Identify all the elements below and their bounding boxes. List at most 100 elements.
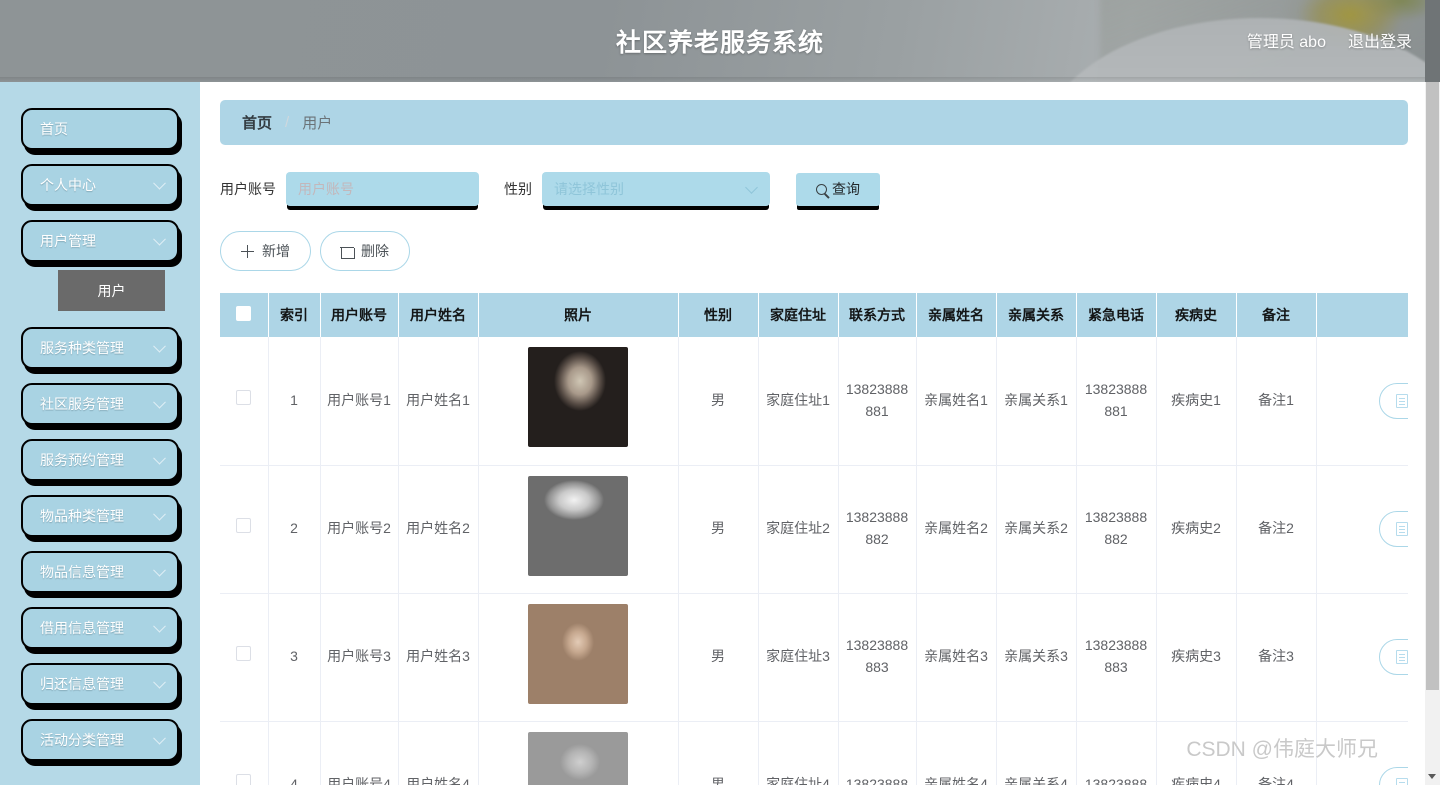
row-address: 家庭住址1 [758,337,838,465]
table-header-relative-name: 亲属姓名 [916,293,996,337]
user-photo [528,476,628,576]
breadcrumb-home[interactable]: 首页 [242,112,272,133]
table-header-disease: 疾病史 [1156,293,1236,337]
page-scrollbar[interactable] [1425,82,1440,785]
trash-icon [341,245,353,258]
row-address: 家庭住址3 [758,593,838,721]
row-remark: 备注3 [1236,593,1316,721]
document-icon [1396,650,1408,664]
detail-button[interactable]: 详情 [1379,383,1408,419]
sidebar-item-return-info-management[interactable]: 归还信息管理 [21,663,179,705]
detail-button[interactable]: 详情 [1379,767,1408,785]
row-select-cell[interactable] [220,593,268,721]
logout-link[interactable]: 退出登录 [1348,28,1412,52]
row-photo-cell [478,593,678,721]
row-index: 1 [268,337,320,465]
row-remark: 备注2 [1236,465,1316,593]
row-gender: 男 [678,337,758,465]
row-name: 用户姓名2 [398,465,478,593]
scroll-down-arrow-icon[interactable] [1428,774,1436,779]
table-row[interactable]: 2 用户账号2 用户姓名2 男 家庭住址2 13823888882 亲属姓名2 … [220,465,1408,593]
sidebar-item-label: 用户管理 [40,231,96,251]
sidebar-item-label: 首页 [40,119,68,139]
user-photo [528,347,628,447]
page-title: 社区养老服务系统 [0,0,1440,82]
sidebar-item-label: 归还信息管理 [40,674,124,694]
chevron-down-icon [153,564,166,577]
search-account-input[interactable] [286,172,479,206]
row-select-cell[interactable] [220,337,268,465]
table-header-account: 用户账号 [320,293,398,337]
row-disease: 疾病史4 [1156,721,1236,785]
select-all-checkbox[interactable] [236,306,251,321]
table-header-address: 家庭住址 [758,293,838,337]
row-checkbox[interactable] [236,646,251,661]
row-address: 家庭住址2 [758,465,838,593]
main-inner: 首页 / 用户 用户账号 性别 请选择性别 查询 [200,82,1427,785]
filter-bar: 用户账号 性别 请选择性别 查询 [220,171,1407,207]
sidebar-item-borrow-info-management[interactable]: 借用信息管理 [21,607,179,649]
sidebar-item-community-service-management[interactable]: 社区服务管理 [21,383,179,425]
sidebar-item-label: 社区服务管理 [40,394,124,414]
chevron-down-icon [153,676,166,689]
sidebar-item-service-appointment-management[interactable]: 服务预约管理 [21,439,179,481]
row-disease: 疾病史3 [1156,593,1236,721]
row-relative-relation: 亲属关系3 [996,593,1076,721]
row-relative-relation: 亲属关系4 [996,721,1076,785]
sidebar-item-label: 物品信息管理 [40,562,124,582]
row-disease: 疾病史1 [1156,337,1236,465]
sidebar-item-label: 物品种类管理 [40,506,124,526]
detail-button[interactable]: 详情 [1379,639,1408,675]
row-index: 4 [268,721,320,785]
scrollbar-thumb[interactable] [1426,82,1439,690]
search-button[interactable]: 查询 [796,173,880,206]
sidebar-item-user-management[interactable]: 用户管理 [21,220,179,262]
gender-select[interactable]: 请选择性别 [542,172,770,206]
sidebar-subitem-user[interactable]: 用户 [58,270,165,311]
sidebar-item-item-info-management[interactable]: 物品信息管理 [21,551,179,593]
row-name: 用户姓名3 [398,593,478,721]
sidebar-subitem-label: 用户 [98,281,126,301]
table-header-remark: 备注 [1236,293,1316,337]
table-header-name: 用户姓名 [398,293,478,337]
user-photo [528,732,628,785]
chevron-down-icon [153,177,166,190]
row-gender: 男 [678,721,758,785]
user-table-container[interactable]: 索引 用户账号 用户姓名 照片 性别 家庭住址 联系方式 亲属姓名 亲属关系 紧… [220,293,1408,785]
row-account: 用户账号2 [320,465,398,593]
row-name: 用户姓名1 [398,337,478,465]
add-button[interactable]: 新增 [220,231,311,271]
row-operations: 详情 [1316,593,1408,721]
table-header-select-all[interactable] [220,293,268,337]
sidebar-item-item-category-management[interactable]: 物品种类管理 [21,495,179,537]
row-checkbox[interactable] [236,390,251,405]
row-gender: 男 [678,465,758,593]
detail-button[interactable]: 详情 [1379,511,1408,547]
table-header-phone: 联系方式 [838,293,916,337]
row-select-cell[interactable] [220,465,268,593]
sidebar-item-label: 个人中心 [40,175,96,195]
row-select-cell[interactable] [220,721,268,785]
sidebar-item-label: 服务种类管理 [40,338,124,358]
row-operations: 详情 [1316,465,1408,593]
table-row[interactable]: 4 用户账号4 用户姓名4 男 家庭住址4 13823888 亲属姓名4 亲属关… [220,721,1408,785]
delete-button[interactable]: 删除 [320,231,410,271]
table-row[interactable]: 1 用户账号1 用户姓名1 男 家庭住址1 13823888881 亲属姓名1 … [220,337,1408,465]
sidebar-item-home[interactable]: 首页 [21,108,179,150]
row-relative-relation: 亲属关系1 [996,337,1076,465]
sidebar-item-service-category-management[interactable]: 服务种类管理 [21,327,179,369]
row-checkbox[interactable] [236,774,251,785]
sidebar-item-personal-center[interactable]: 个人中心 [21,164,179,206]
plus-icon [241,245,254,258]
row-phone: 13823888881 [838,337,916,465]
table-header-photo: 照片 [478,293,678,337]
main-content: 首页 / 用户 用户账号 性别 请选择性别 查询 [200,82,1427,785]
table-row[interactable]: 3 用户账号3 用户姓名3 男 家庭住址3 13823888883 亲属姓名3 … [220,593,1408,721]
header-user-area: 管理员 abo 退出登录 [1247,28,1412,52]
sidebar-item-activity-category-management[interactable]: 活动分类管理 [21,719,179,761]
sidebar-menu: 首页 个人中心 用户管理 用户 服务种类管理 社区服务管理 [0,82,200,761]
table-header-index: 索引 [268,293,320,337]
row-checkbox[interactable] [236,518,251,533]
sidebar-item-label: 活动分类管理 [40,730,124,750]
current-user-label: 管理员 abo [1247,28,1326,52]
